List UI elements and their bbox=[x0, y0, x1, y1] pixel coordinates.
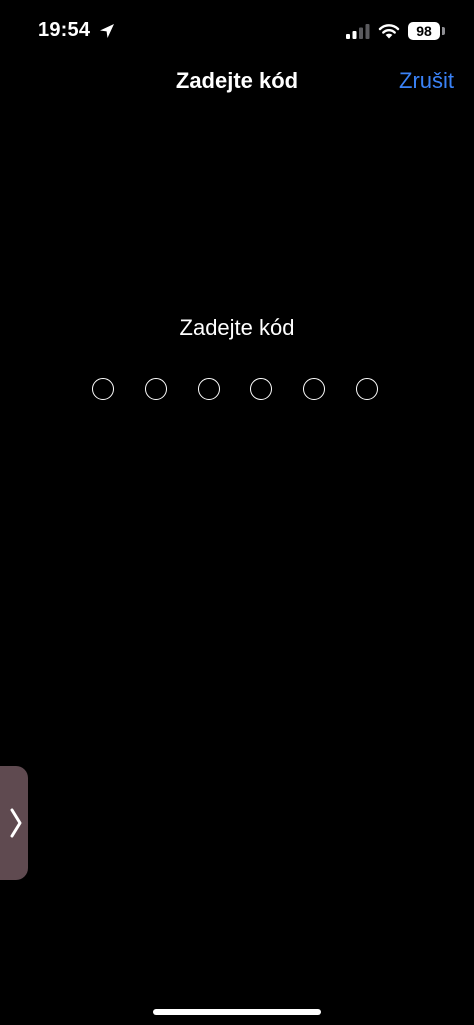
passcode-dot bbox=[303, 378, 325, 400]
cancel-button[interactable]: Zrušit bbox=[399, 68, 454, 94]
home-indicator[interactable] bbox=[153, 1009, 321, 1015]
chevron-right-icon bbox=[10, 808, 22, 838]
status-time: 19:54 bbox=[38, 19, 91, 41]
passcode-dot bbox=[250, 378, 272, 400]
status-bar: 19:54 98 bbox=[0, 0, 474, 60]
battery-icon: 98 bbox=[408, 22, 440, 40]
passcode-dot bbox=[356, 378, 378, 400]
passcode-dot bbox=[92, 378, 114, 400]
passcode-dots bbox=[92, 378, 384, 404]
wifi-icon bbox=[378, 24, 400, 39]
cellular-signal-icon bbox=[346, 24, 370, 39]
passcode-dot bbox=[198, 378, 220, 400]
location-arrow-icon bbox=[100, 24, 114, 38]
battery-tip bbox=[442, 27, 445, 35]
passcode-dot bbox=[145, 378, 167, 400]
passcode-prompt: Zadejte kód bbox=[179, 315, 295, 340]
